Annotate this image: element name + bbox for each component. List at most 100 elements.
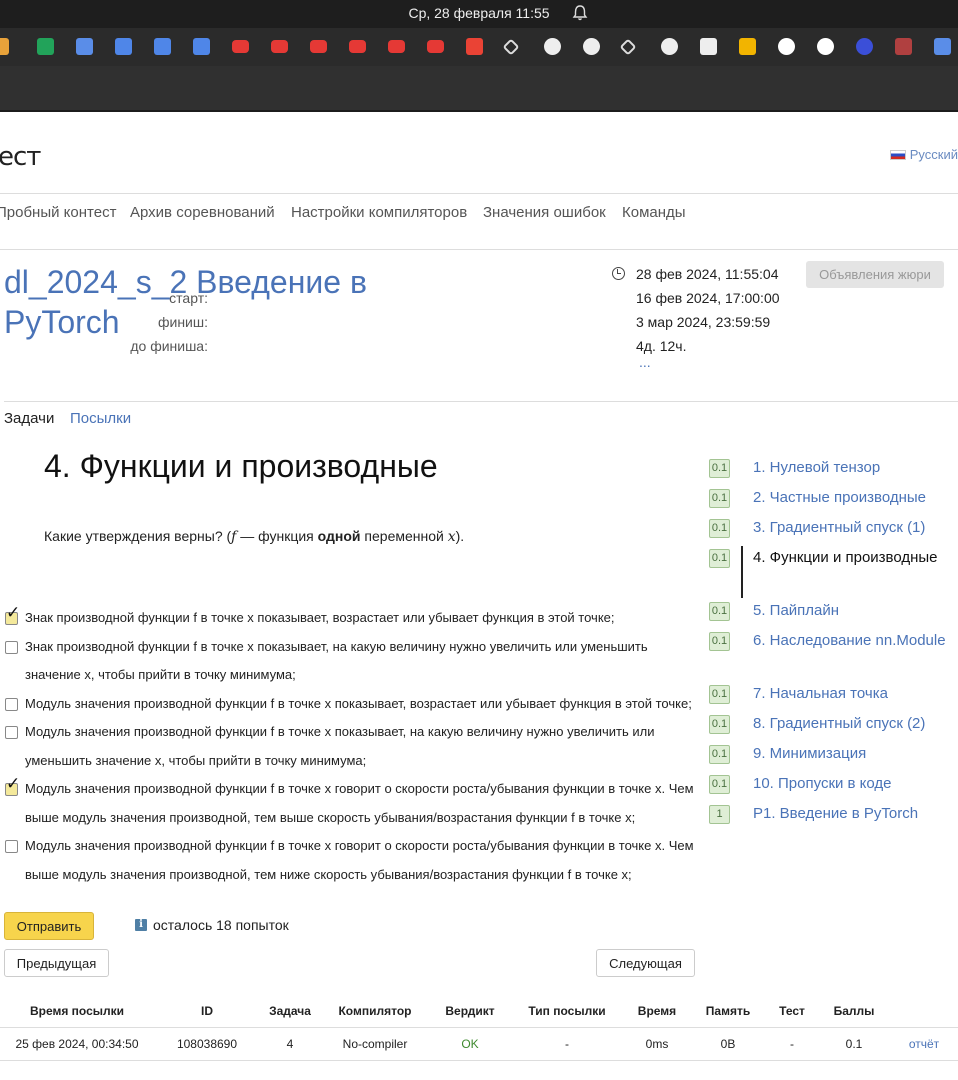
column-header: Память	[705, 1004, 751, 1019]
clock-icon	[612, 267, 625, 280]
google-icon[interactable]	[778, 38, 795, 55]
cube-icon[interactable]	[193, 38, 210, 55]
nav-trial-contest[interactable]: Пробный контест	[0, 204, 116, 221]
column-header: Компилятор	[338, 1004, 412, 1019]
column-header: ID	[201, 1004, 213, 1019]
next-button[interactable]: Следующая	[596, 949, 695, 977]
table-cell: 4	[260, 1026, 320, 1061]
answer-option[interactable]: Модуль значения производной функции f в …	[4, 774, 704, 832]
site-logo[interactable]: ест	[0, 142, 41, 172]
nav-archive[interactable]: Архив соревнований	[130, 204, 275, 221]
submit-button[interactable]: Отправить	[4, 912, 94, 940]
current-time: 28 фев 2024, 11:55:04	[636, 266, 779, 282]
column-header: Время	[637, 1004, 677, 1019]
problem-list-name[interactable]: 3. Градиентный спуск (1)	[753, 517, 958, 540]
infinity-icon[interactable]	[0, 38, 9, 55]
kremlin-icon[interactable]	[895, 38, 912, 55]
problem-list-name[interactable]: 5. Пайплайн	[753, 600, 958, 623]
mail-icon[interactable]	[739, 38, 756, 55]
problem-score-badge: 0.1	[709, 549, 730, 568]
more-times-link[interactable]: ...	[639, 354, 651, 370]
column-header: Тип посылки	[528, 1004, 606, 1019]
checkbox[interactable]	[5, 840, 18, 853]
table-cell: -	[510, 1026, 624, 1061]
column-header: Задача	[269, 1004, 311, 1019]
answer-option-text: Модуль значения производной функции f в …	[25, 838, 694, 882]
link-icon[interactable]	[502, 38, 520, 56]
answer-option[interactable]: Знак производной функции f в точке x пок…	[4, 633, 704, 690]
table-cell: -	[766, 1026, 818, 1061]
github-icon[interactable]	[583, 38, 600, 55]
problem-score-badge: 0.1	[709, 745, 730, 764]
github-icon[interactable]	[544, 38, 561, 55]
tab-submissions[interactable]: Посылки	[70, 410, 131, 427]
column-header: Тест	[779, 1004, 805, 1019]
speedometer-icon[interactable]	[700, 38, 717, 55]
problem-list-name[interactable]: P1. Введение в PyTorch	[753, 803, 958, 826]
table-header-row: Время посылки ID Задача Компилятор Вердикт Ти…	[0, 996, 958, 1027]
problem-score-badge: 0.1	[709, 685, 730, 704]
finish-time: 3 мар 2024, 23:59:59	[636, 314, 771, 330]
finish-label: финиш:	[157, 314, 208, 330]
answer-option-text: Модуль значения производной функции f в …	[25, 695, 692, 711]
youtube-icon[interactable]	[388, 40, 405, 53]
language-switcher[interactable]: Русский	[889, 147, 958, 162]
answer-option[interactable]: Знак производной функции f в точке x пок…	[4, 603, 704, 633]
site-header: ест Русский	[0, 114, 958, 194]
answer-option[interactable]: Модуль значения производной функции f в …	[4, 832, 704, 889]
problem-score-badge: 0.1	[709, 715, 730, 734]
start-label: старт:	[169, 290, 208, 306]
nav-compiler-settings[interactable]: Настройки компиляторов	[291, 204, 467, 221]
spiral-icon[interactable]	[934, 38, 951, 55]
answer-option[interactable]: Модуль значения производной функции f в …	[4, 690, 704, 719]
problem-score-badge: 1	[709, 805, 730, 824]
youtube-icon[interactable]	[349, 40, 366, 53]
swoosh-icon[interactable]	[76, 38, 93, 55]
problem-question: Какие утверждения верны? (f — функция од…	[44, 528, 465, 545]
answer-option-text: Знак производной функции f в точке x пок…	[25, 610, 615, 625]
problem-list-name[interactable]: 2. Частные производные	[753, 487, 958, 510]
answer-option-text: Модуль значения производной функции f в …	[25, 724, 655, 768]
nav-error-values[interactable]: Значения ошибок	[483, 204, 606, 221]
problem-list-name[interactable]: 1. Нулевой тензор	[753, 457, 958, 480]
sheets-icon[interactable]	[37, 38, 54, 55]
youtube-icon[interactable]	[232, 40, 249, 53]
table-cell: No-compiler	[320, 1026, 430, 1061]
problem-list-name[interactable]: 10. Пропуски в коде	[753, 773, 958, 796]
cube-icon[interactable]	[115, 38, 132, 55]
checkbox-checked[interactable]	[5, 603, 20, 625]
answer-options: Знак производной функции f в точке x пок…	[4, 603, 704, 889]
checkbox[interactable]	[5, 726, 18, 739]
answer-option-text: Модуль значения производной функции f в …	[25, 781, 694, 825]
problem-list-name[interactable]: 9. Минимизация	[753, 743, 958, 766]
previous-button[interactable]: Предыдущая	[4, 949, 109, 977]
report-link[interactable]: отчёт	[890, 1026, 958, 1061]
contest-title[interactable]: dl_2024_s_2 Введение в PyTorch	[4, 262, 444, 342]
problem-list-name[interactable]: 7. Начальная точка	[753, 683, 958, 706]
zoom-icon[interactable]	[856, 38, 873, 55]
problem-list-name[interactable]: 6. Наследование nn.Module	[753, 630, 958, 653]
cube-icon[interactable]	[154, 38, 171, 55]
problem-score-badge: 0.1	[709, 489, 730, 508]
problem-list-name: 4. Функции и производные	[753, 549, 938, 566]
tab-problems[interactable]: Задачи	[4, 410, 54, 427]
youtube-icon[interactable]	[310, 40, 327, 53]
problem-list-name[interactable]: 8. Градиентный спуск (2)	[753, 713, 958, 736]
nav-teams[interactable]: Команды	[622, 204, 686, 221]
checkbox[interactable]	[5, 697, 18, 711]
link-icon[interactable]	[619, 38, 637, 56]
attempts-info: i осталось 18 попыток	[135, 917, 289, 933]
problem-score-badge: 0.1	[709, 519, 730, 538]
gmail-icon[interactable]	[466, 38, 483, 55]
checkbox-checked[interactable]	[5, 774, 20, 796]
youtube-icon[interactable]	[271, 40, 288, 53]
github-icon[interactable]	[661, 38, 678, 55]
alarm-bell-icon[interactable]	[572, 4, 588, 22]
answer-option[interactable]: Модуль значения производной функции f в …	[4, 718, 704, 775]
system-clock[interactable]: Ср, 28 февраля 11:55	[0, 5, 958, 21]
jury-announcements-button[interactable]: Объявления жюри	[806, 261, 944, 288]
checkbox[interactable]	[5, 640, 18, 654]
youtube-icon[interactable]	[427, 40, 444, 53]
google-icon[interactable]	[817, 38, 834, 55]
submissions-table: Время посылки ID Задача Компилятор Вердикт Ти…	[0, 996, 958, 1061]
